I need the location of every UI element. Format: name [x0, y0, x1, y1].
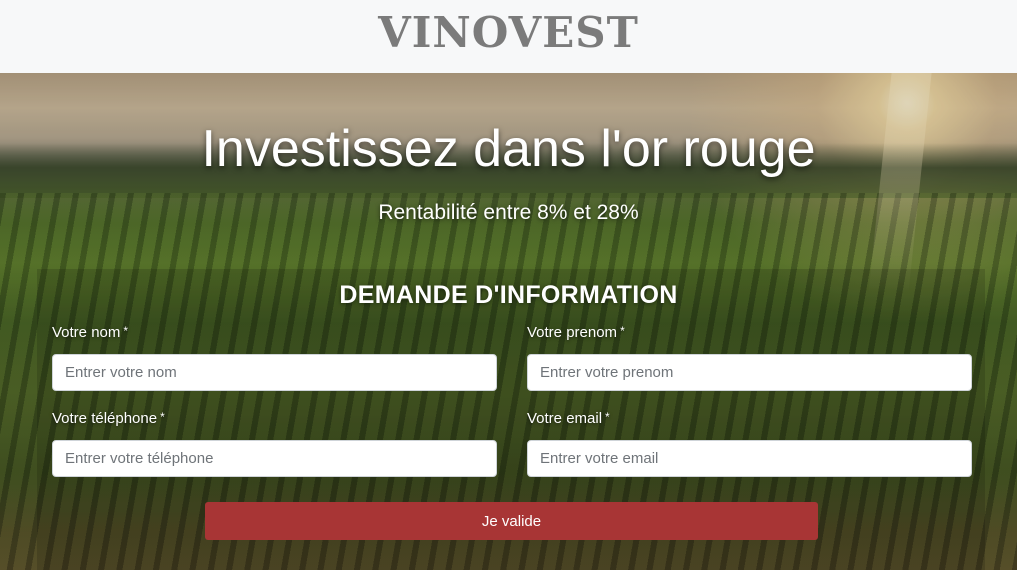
submit-button[interactable]: Je valide [205, 502, 818, 540]
email-input[interactable] [527, 440, 972, 477]
nom-input[interactable] [52, 354, 497, 391]
form-title: DEMANDE D'INFORMATION [339, 281, 678, 309]
email-required-mark: * [605, 410, 610, 424]
telephone-input[interactable] [52, 440, 497, 477]
hero-headline: Investissez dans l'or rouge [201, 120, 816, 178]
prenom-label-text: Votre prenom [527, 324, 618, 341]
email-label: Votre email * [527, 410, 610, 427]
nom-label: Votre nom * [52, 324, 128, 341]
email-label-text: Votre email [527, 410, 603, 427]
prenom-input[interactable] [527, 354, 972, 391]
hero-banner: Investissez dans l'or rouge Rentabilité … [0, 73, 1017, 570]
brand-logo[interactable]: VINOVEST [378, 8, 639, 57]
telephone-label-text: Votre téléphone [52, 410, 158, 427]
nom-label-text: Votre nom [52, 324, 121, 341]
prenom-label: Votre prenom * [527, 324, 625, 341]
telephone-required-mark: * [160, 410, 165, 424]
hero-subline: Rentabilité entre 8% et 28% [378, 201, 639, 224]
prenom-required-mark: * [620, 324, 625, 338]
nom-required-mark: * [123, 324, 129, 338]
top-header: VINOVEST [0, 0, 1017, 73]
telephone-label: Votre téléphone * [52, 410, 165, 427]
